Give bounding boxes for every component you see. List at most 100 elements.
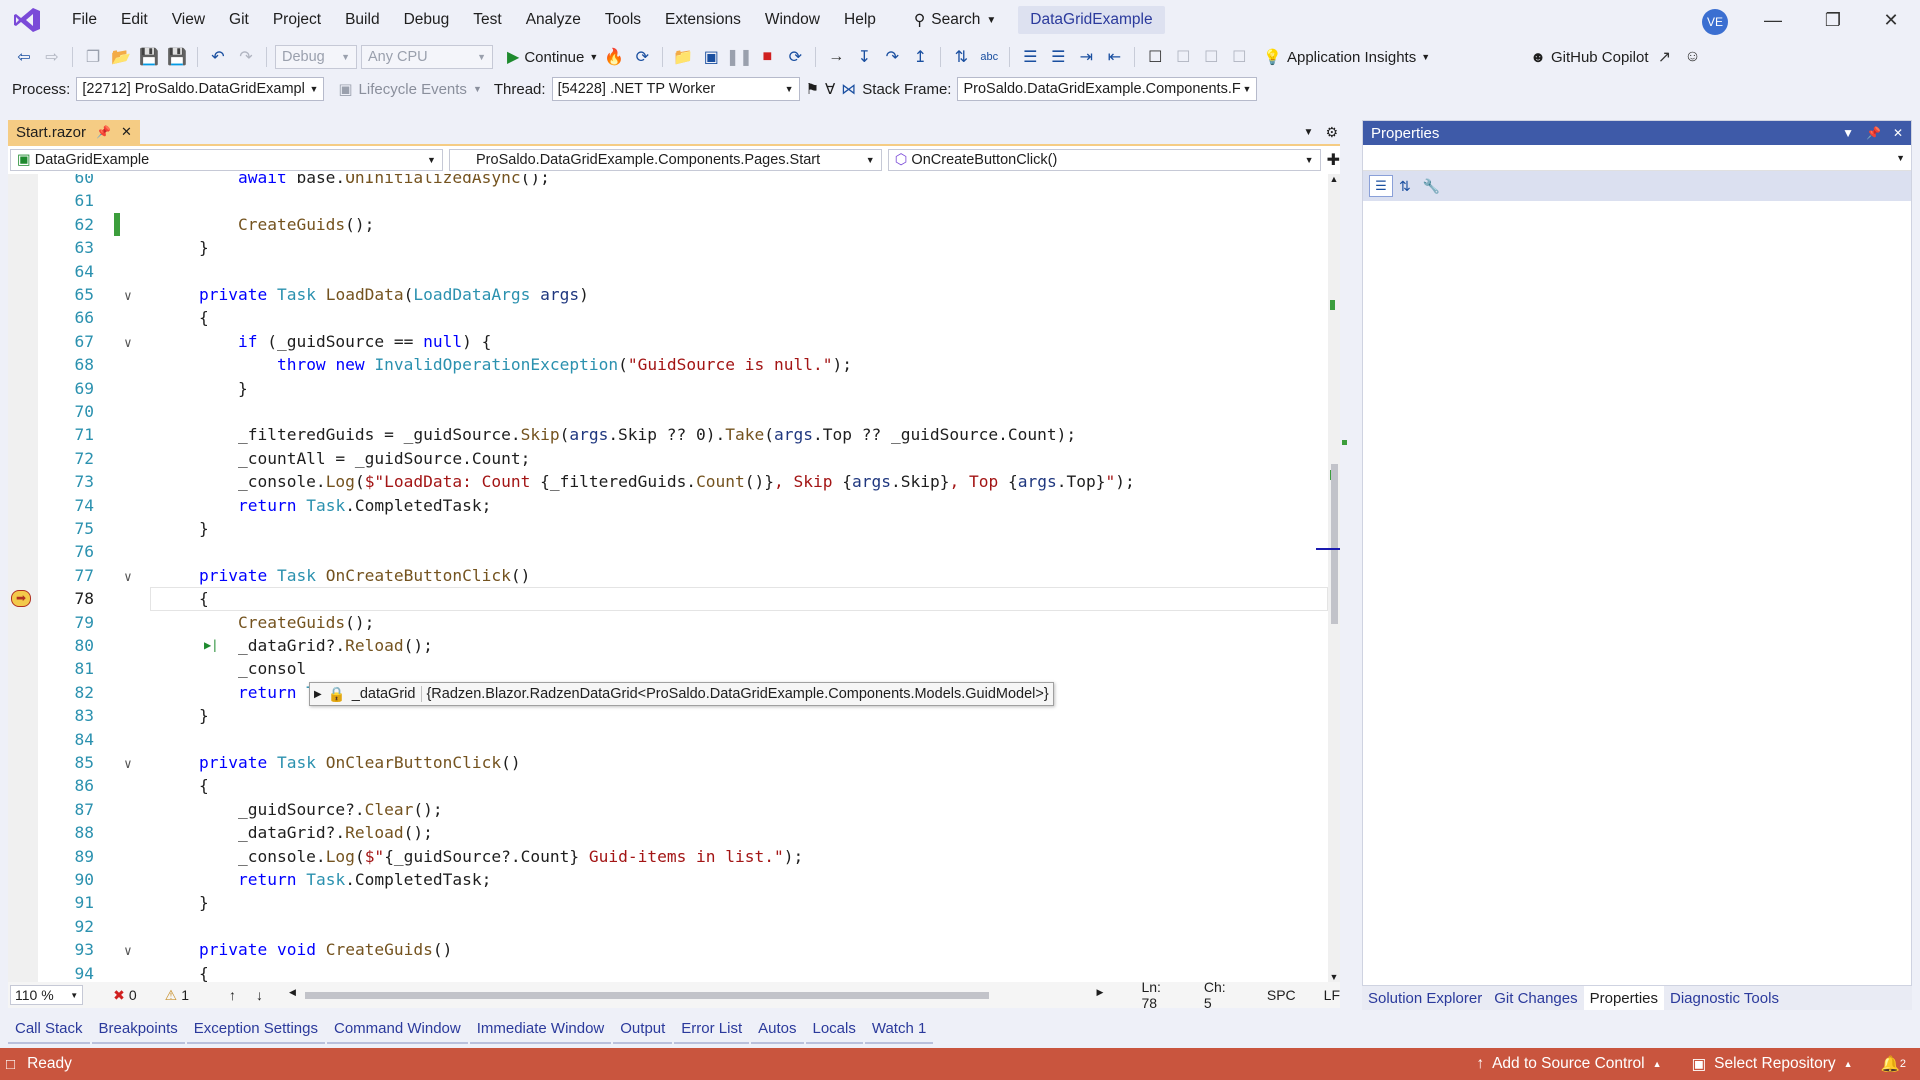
code-line[interactable]: 77 ∨ private Task OnCreateButtonClick() (8, 564, 1328, 587)
menu-item-project[interactable]: Project (261, 0, 333, 40)
line-indicator[interactable]: Ln: 78 (1141, 979, 1179, 1011)
forward-icon[interactable]: ⇨ (40, 45, 64, 69)
new-project-icon[interactable]: ❐ (81, 45, 105, 69)
code-line[interactable]: 89 _console.Log($"{_guidSource?.Count} G… (8, 845, 1328, 868)
class-select[interactable]: ProSaldo.DataGridExample.Components.Page… (448, 149, 882, 171)
bookmark-clear-icon[interactable]: ☐ (1227, 45, 1251, 69)
code-line[interactable]: 60 await base.OnInitializedAsync(); (8, 174, 1328, 189)
redo-icon[interactable]: ↷ (234, 45, 258, 69)
search-button[interactable]: ⚲ Search ▼ (906, 6, 1004, 34)
application-insights-button[interactable]: 💡 Application Insights ▼ (1263, 48, 1430, 67)
comment-icon[interactable]: ☰ (1018, 45, 1042, 69)
stack-frame-select[interactable]: ProSaldo.DataGridExample.Components.F ▼ (957, 77, 1258, 101)
code-line[interactable]: 90 return Task.CompletedTask; (8, 868, 1328, 891)
error-count[interactable]: 0 (129, 987, 137, 1003)
pause-icon[interactable]: ❚❚ (726, 45, 753, 69)
configuration-select[interactable]: Debug ▼ (275, 45, 357, 69)
warning-icon[interactable]: ⚠ (165, 987, 178, 1004)
code-line[interactable]: 67 ∨ if (_guidSource == null) { (8, 330, 1328, 353)
layout-icon[interactable]: ▣ (699, 45, 723, 69)
member-select[interactable]: ⬡ OnCreateButtonClick() ▼ (887, 149, 1321, 171)
code-line[interactable]: 87 _guidSource?.Clear(); (8, 798, 1328, 821)
settings-icon[interactable]: ⚙ (1325, 124, 1338, 141)
code-line[interactable]: 88 _dataGrid?.Reload(); (8, 821, 1328, 844)
tab-autos[interactable]: Autos (751, 1014, 804, 1044)
fold-chevron-icon[interactable]: ∨ (124, 285, 132, 308)
zoom-select[interactable]: 110 % ▼ (10, 985, 84, 1005)
bookmark-prev-icon[interactable]: ☐ (1171, 45, 1195, 69)
open-folder-icon[interactable]: 📂 (109, 45, 133, 69)
process-select[interactable]: [22712] ProSaldo.DataGridExampl ▼ (76, 77, 325, 101)
spacing-indicator[interactable]: SPC (1267, 987, 1296, 1003)
code-line[interactable]: 62 CreateGuids(); (8, 212, 1328, 237)
spell-check-icon[interactable]: abc (977, 45, 1001, 69)
restart-debug-icon[interactable]: ⟳ (783, 45, 807, 69)
uncomment-icon[interactable]: ☰ (1046, 45, 1070, 69)
tab-breakpoints[interactable]: Breakpoints (91, 1014, 185, 1044)
scroll-up-icon[interactable]: ▲ (1328, 174, 1340, 184)
hex-display-icon[interactable]: ⇅ (949, 45, 973, 69)
menu-item-extensions[interactable]: Extensions (653, 0, 753, 40)
fold-chevron-icon[interactable]: ∨ (124, 566, 132, 589)
outdent-icon[interactable]: ⇤ (1102, 45, 1126, 69)
fold-chevron-icon[interactable]: ∨ (124, 940, 132, 963)
property-pages-icon[interactable]: 🔧 (1423, 178, 1440, 195)
fold-chevron-icon[interactable]: ∨ (124, 332, 132, 355)
menu-item-edit[interactable]: Edit (109, 0, 160, 40)
tab-watch-1[interactable]: Watch 1 (864, 1014, 934, 1044)
code-line[interactable]: 65 ∨ private Task LoadData(LoadDataArgs a… (8, 283, 1328, 306)
code-area[interactable]: 60 await base.OnInitializedAsync(); 61 62 … (8, 174, 1328, 982)
tab-call-stack[interactable]: Call Stack (8, 1014, 90, 1044)
stop-icon[interactable]: ■ (755, 45, 779, 69)
minimize-icon[interactable]: — (1750, 6, 1796, 34)
panel-close-icon[interactable]: ✕ (1893, 126, 1903, 140)
code-line[interactable]: 69 } (8, 377, 1328, 400)
tab-locals[interactable]: Locals (805, 1014, 863, 1044)
code-line[interactable]: 70 (8, 400, 1328, 423)
bookmark-next-icon[interactable]: ☐ (1199, 45, 1223, 69)
code-line[interactable]: 76 (8, 540, 1328, 563)
github-copilot-button[interactable]: ☻ GitHub Copilot (1530, 49, 1648, 66)
notifications-button[interactable]: 🔔 2 (1881, 1055, 1906, 1074)
project-select[interactable]: ▣ DataGridExample ▼ (10, 149, 443, 171)
menu-item-tools[interactable]: Tools (593, 0, 653, 40)
split-editor-icon[interactable]: ✚ (1327, 150, 1340, 170)
step-out-icon[interactable]: ↥ (908, 45, 932, 69)
tab-immediate-window[interactable]: Immediate Window (469, 1014, 612, 1044)
filter-icon[interactable]: ∀ (825, 80, 835, 98)
warning-count[interactable]: 1 (181, 987, 189, 1003)
code-line[interactable]: 71 _filteredGuids = _guidSource.Skip(arg… (8, 423, 1328, 446)
step-over-icon[interactable]: ↷ (880, 45, 904, 69)
undo-icon[interactable]: ↶ (206, 45, 230, 69)
tab-solution-explorer[interactable]: Solution Explorer (1362, 986, 1488, 1010)
scroll-thumb[interactable] (1331, 464, 1338, 624)
vertical-scrollbar[interactable]: ▲ ▼ (1316, 174, 1347, 982)
bookmark-icon[interactable]: ☐ (1143, 45, 1167, 69)
datatip[interactable]: ▶ 🔒 _dataGrid {Radzen.Blazor.RadzenDataG… (309, 682, 1054, 706)
code-line[interactable]: 80 ▶| _dataGrid?.Reload(); (8, 634, 1328, 657)
scroll-left-icon[interactable]: ◀ (289, 987, 296, 998)
continue-button[interactable]: ▶ Continue ▼ (507, 47, 598, 67)
menu-item-test[interactable]: Test (461, 0, 513, 40)
tab-exception-settings[interactable]: Exception Settings (186, 1014, 325, 1044)
back-icon[interactable]: ⇦ (12, 45, 36, 69)
code-line[interactable]: 68 throw new InvalidOperationException("… (8, 353, 1328, 376)
menu-item-build[interactable]: Build (333, 0, 391, 40)
menu-item-git[interactable]: Git (217, 0, 261, 40)
close-tab-icon[interactable]: ✕ (121, 124, 132, 140)
menu-item-view[interactable]: View (160, 0, 217, 40)
next-issue-icon[interactable]: ↓ (256, 987, 263, 1003)
browse-icon[interactable]: 📁 (671, 45, 695, 69)
object-select[interactable]: ▼ (1363, 145, 1911, 171)
scroll-down-icon[interactable]: ▼ (1328, 972, 1340, 982)
column-indicator[interactable]: Ch: 5 (1204, 979, 1237, 1011)
save-icon[interactable]: 💾 (137, 45, 161, 69)
code-line[interactable]: 74 return Task.CompletedTask; (8, 494, 1328, 517)
close-window-icon[interactable]: ✕ (1868, 6, 1914, 34)
thread-select[interactable]: [54228] .NET TP Worker ▼ (551, 77, 800, 101)
eol-indicator[interactable]: LF (1324, 987, 1340, 1003)
menu-item-window[interactable]: Window (753, 0, 832, 40)
feedback-icon[interactable]: ☺ (1680, 45, 1704, 69)
restore-icon[interactable]: ❐ (1810, 6, 1856, 34)
threads-icon[interactable]: ⋈ (841, 80, 856, 98)
